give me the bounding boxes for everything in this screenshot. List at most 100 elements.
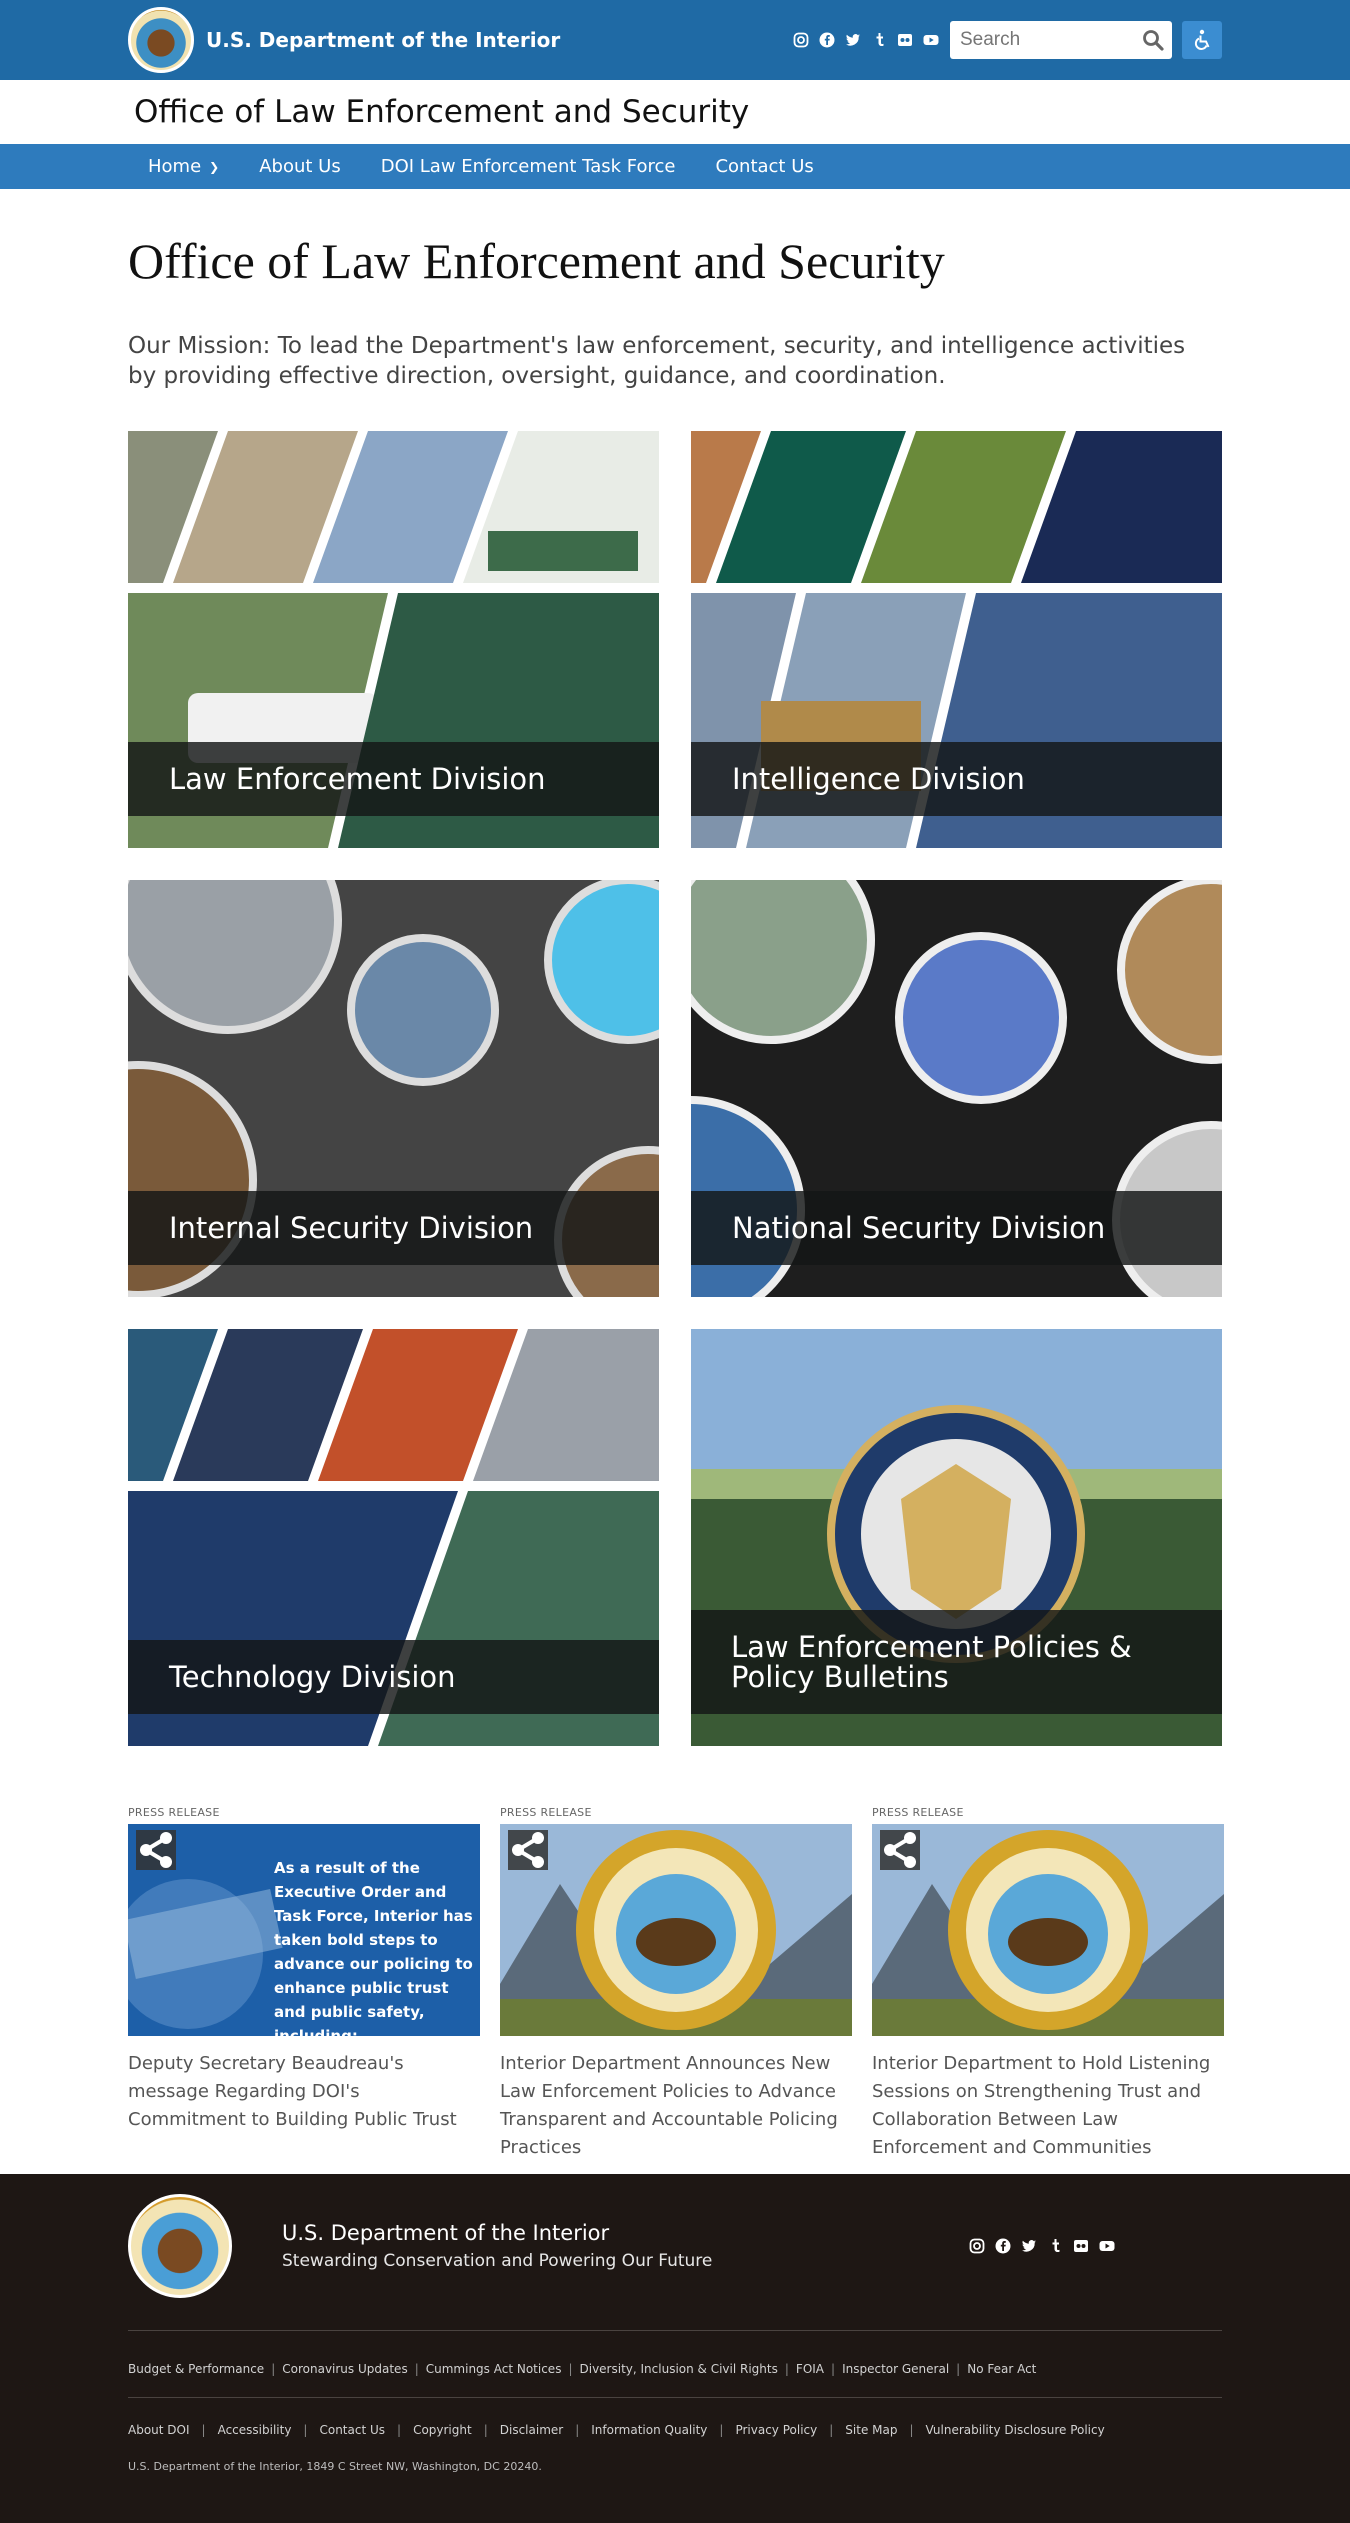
footer-link-about[interactable]: About DOI	[128, 2423, 190, 2437]
search-input[interactable]	[960, 29, 1142, 51]
press-image-text: As a result of the Executive Order and T…	[274, 1859, 473, 2036]
press-releases: PRESS RELEASE As a result of the Executi…	[128, 1806, 1224, 2174]
nav-item-task-force[interactable]: DOI Law Enforcement Task Force	[361, 156, 696, 177]
tile-label: Law Enforcement Policies & Policy Bullet…	[691, 1610, 1222, 1714]
footer-link-foia[interactable]: FOIA	[796, 2362, 824, 2376]
tumblr-icon[interactable]	[870, 31, 888, 49]
tile-law-enforcement-division[interactable]: Law Enforcement Division	[128, 431, 659, 848]
tile-label: Intelligence Division	[691, 742, 1222, 816]
link-separator: |	[956, 2362, 961, 2376]
brand[interactable]: U.S. Department of the Interior	[128, 7, 560, 73]
tumblr-icon[interactable]	[1046, 2237, 1064, 2255]
site-footer: U.S. Department of the Interior Stewardi…	[0, 2174, 1350, 2523]
press-kicker: PRESS RELEASE	[872, 1806, 964, 1819]
footer-links-secondary: About DOI | Accessibility | Contact Us | Co…	[128, 2422, 1222, 2438]
press-card[interactable]: PRESS RELEASE Interior Department to Hol…	[872, 1806, 1224, 2162]
footer-link-copyright[interactable]: Copyright	[413, 2423, 472, 2437]
nav-item-contact-us[interactable]: Contact Us	[695, 156, 833, 177]
flickr-icon[interactable]	[896, 31, 914, 49]
tile-label: Law Enforcement Division	[128, 742, 659, 816]
office-title[interactable]: Office of Law Enforcement and Security	[128, 80, 1222, 144]
footer-link-accessibility[interactable]: Accessibility	[218, 2423, 292, 2437]
share-button[interactable]	[508, 1830, 548, 1870]
nav-item-label: Home	[148, 156, 202, 177]
footer-address: U.S. Department of the Interior, 1849 C …	[128, 2460, 542, 2473]
youtube-icon[interactable]	[1098, 2237, 1116, 2255]
doi-seal-logo	[128, 7, 194, 73]
footer-link-cummings[interactable]: Cummings Act Notices	[426, 2362, 562, 2376]
tile-label: National Security Division	[691, 1191, 1222, 1265]
main-nav: Home ❯ About Us DOI Law Enforcement Task …	[0, 144, 1350, 189]
link-separator: |	[719, 2423, 724, 2437]
tile-technology-division[interactable]: Technology Division	[128, 1329, 659, 1746]
twitter-icon[interactable]	[844, 31, 862, 49]
press-thumbnail[interactable]	[500, 1824, 852, 2036]
link-separator: |	[575, 2423, 580, 2437]
share-button[interactable]	[880, 1830, 920, 1870]
press-card[interactable]: PRESS RELEASE As a result of the Executi…	[128, 1806, 480, 2162]
footer-divider	[128, 2330, 1222, 2331]
link-separator: |	[909, 2423, 914, 2437]
footer-link-budget[interactable]: Budget & Performance	[128, 2362, 264, 2376]
facebook-icon[interactable]	[994, 2237, 1012, 2255]
tile-label: Internal Security Division	[128, 1191, 659, 1265]
footer-link-inspector-general[interactable]: Inspector General	[842, 2362, 949, 2376]
share-icon	[512, 1832, 544, 1868]
footer-link-disclaimer[interactable]: Disclaimer	[500, 2423, 563, 2437]
social-links	[792, 31, 940, 49]
search-box	[950, 21, 1172, 59]
doi-seal-mountains-image	[500, 1824, 852, 2036]
tile-national-security-division[interactable]: National Security Division	[691, 880, 1222, 1297]
facebook-icon[interactable]	[818, 31, 836, 49]
link-separator: |	[201, 2423, 206, 2437]
footer-link-information-quality[interactable]: Information Quality	[591, 2423, 707, 2437]
footer-link-contact[interactable]: Contact Us	[319, 2423, 385, 2437]
link-separator: |	[829, 2423, 834, 2437]
footer-link-no-fear[interactable]: No Fear Act	[967, 2362, 1036, 2376]
mission-statement: Our Mission: To lead the Department's la…	[128, 333, 1186, 389]
press-thumbnail[interactable]	[872, 1824, 1224, 2036]
accessibility-icon	[1194, 29, 1210, 50]
share-button[interactable]	[136, 1830, 176, 1870]
org-name: U.S. Department of the Interior	[206, 28, 561, 52]
doi-seal-logo[interactable]	[128, 2194, 232, 2298]
link-separator: |	[483, 2423, 488, 2437]
flickr-icon[interactable]	[1072, 2237, 1090, 2255]
nav-item-home[interactable]: Home ❯	[128, 156, 239, 177]
link-separator: |	[568, 2362, 573, 2376]
instagram-icon[interactable]	[792, 31, 810, 49]
division-tiles: Law Enforcement Division Intelligence Di…	[128, 431, 1222, 1746]
link-separator: |	[303, 2423, 308, 2437]
tile-policies-bulletins[interactable]: Law Enforcement Policies & Policy Bullet…	[691, 1329, 1222, 1746]
search-icon[interactable]	[1142, 29, 1164, 51]
instagram-icon[interactable]	[968, 2237, 986, 2255]
press-thumbnail[interactable]: As a result of the Executive Order and T…	[128, 1824, 480, 2036]
accessibility-button[interactable]	[1182, 21, 1222, 59]
press-title[interactable]: Interior Department to Hold Listening Se…	[872, 2050, 1224, 2162]
nav-item-about-us[interactable]: About Us	[239, 156, 361, 177]
youtube-icon[interactable]	[922, 31, 940, 49]
link-separator: |	[784, 2362, 789, 2376]
link-separator: |	[414, 2362, 419, 2376]
main-content: Office of Law Enforcement and Security O…	[128, 231, 1224, 2174]
footer-link-privacy[interactable]: Privacy Policy	[735, 2423, 817, 2437]
footer-social-links	[968, 2237, 1116, 2255]
press-title[interactable]: Interior Department Announces New Law En…	[500, 2050, 852, 2162]
tile-intelligence-division[interactable]: Intelligence Division	[691, 431, 1222, 848]
link-separator: |	[271, 2362, 276, 2376]
footer-org-name: U.S. Department of the Interior	[282, 2221, 610, 2245]
link-separator: |	[831, 2362, 836, 2376]
office-bar: Office of Law Enforcement and Security	[0, 80, 1350, 144]
twitter-icon[interactable]	[1020, 2237, 1038, 2255]
press-kicker: PRESS RELEASE	[128, 1806, 220, 1819]
doi-seal-mountains-image	[872, 1824, 1224, 2036]
footer-link-site-map[interactable]: Site Map	[845, 2423, 897, 2437]
footer-divider	[128, 2397, 1222, 2398]
footer-link-coronavirus[interactable]: Coronavirus Updates	[282, 2362, 407, 2376]
footer-link-diversity[interactable]: Diversity, Inclusion & Civil Rights	[580, 2362, 778, 2376]
footer-links-primary: Budget & Performance | Coronavirus Update…	[128, 2361, 1222, 2377]
press-card[interactable]: PRESS RELEASE Interior Department Announ…	[500, 1806, 852, 2162]
press-title[interactable]: Deputy Secretary Beaudreau's message Reg…	[128, 2050, 480, 2134]
tile-internal-security-division[interactable]: Internal Security Division	[128, 880, 659, 1297]
footer-link-vulnerability[interactable]: Vulnerability Disclosure Policy	[926, 2423, 1105, 2437]
